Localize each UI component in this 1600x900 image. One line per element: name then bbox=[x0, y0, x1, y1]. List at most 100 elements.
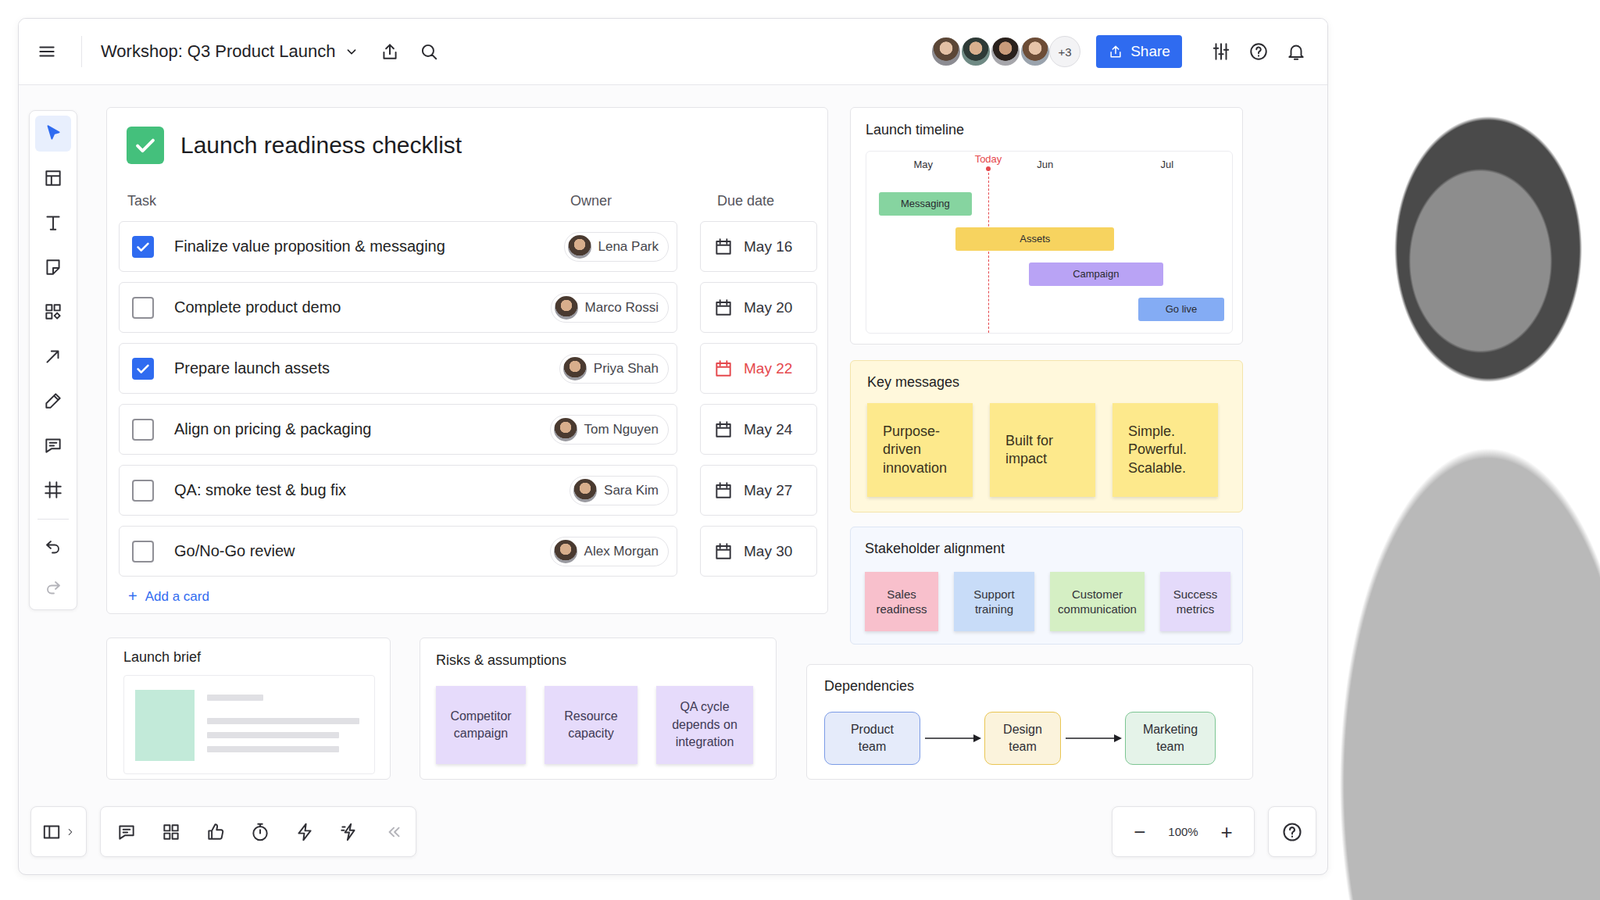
timeline-frame[interactable]: Launch timelineMayJunJulTodayMessagingAs… bbox=[850, 107, 1243, 345]
owner-avatar bbox=[573, 478, 597, 503]
settings-button[interactable] bbox=[1207, 37, 1236, 66]
due-date[interactable]: May 20 bbox=[700, 282, 818, 333]
owner-chip[interactable]: Marco Rossi bbox=[550, 292, 669, 323]
checklist-frame[interactable]: Launch readiness checklistTaskOwnerDue d… bbox=[106, 107, 829, 615]
dependency-node[interactable]: Marketing team bbox=[1125, 711, 1216, 765]
timer-button[interactable] bbox=[244, 816, 276, 848]
sticky-note[interactable]: Sales readiness bbox=[864, 571, 939, 632]
checkbox[interactable] bbox=[132, 418, 154, 441]
checkbox[interactable] bbox=[132, 296, 154, 319]
timeline-bar[interactable]: Go live bbox=[1138, 297, 1224, 322]
task-row[interactable]: Finalize value proposition & messagingLe… bbox=[118, 221, 828, 272]
document-thumbnail[interactable] bbox=[123, 675, 375, 775]
more-collaborators[interactable]: +3 bbox=[1049, 35, 1081, 68]
owner-chip[interactable]: Alex Morgan bbox=[550, 536, 669, 567]
board-title[interactable]: Workshop: Q3 Product Launch bbox=[100, 41, 361, 62]
task-card[interactable]: Align on pricing & packagingTom Nguyen bbox=[118, 403, 678, 455]
dependencies-frame[interactable]: DependenciesProduct teamDesign teamMarke… bbox=[806, 664, 1254, 780]
checkbox[interactable] bbox=[132, 357, 154, 380]
screen: Workshop: Q3 Product Launch +3 Share Launch… bbox=[0, 0, 1600, 900]
frame-title: Key messages bbox=[867, 373, 1228, 391]
due-date[interactable]: May 22 bbox=[700, 342, 818, 394]
whiteboard-canvas[interactable]: Launch readiness checklistTaskOwnerDue d… bbox=[18, 85, 1328, 875]
undo-button[interactable] bbox=[35, 530, 72, 563]
connector-tool[interactable] bbox=[35, 338, 72, 375]
task-row[interactable]: Align on pricing & packagingTom Nguyen Ma… bbox=[118, 403, 828, 455]
panel-toggle-button[interactable] bbox=[30, 806, 87, 858]
comment-tool[interactable] bbox=[35, 427, 72, 464]
owner-chip[interactable]: Priya Shah bbox=[559, 353, 669, 384]
redo-button[interactable] bbox=[35, 571, 72, 604]
zoom-out-button[interactable]: − bbox=[1126, 821, 1154, 843]
collaborator-avatar[interactable] bbox=[930, 35, 962, 68]
collaborator-avatar[interactable] bbox=[960, 35, 992, 68]
owner-chip[interactable]: Tom Nguyen bbox=[550, 414, 669, 445]
sticky-note[interactable]: Resource capacity bbox=[544, 685, 638, 765]
owner-chip[interactable]: Lena Park bbox=[564, 232, 670, 262]
task-card[interactable]: Go/No-Go reviewAlex Morgan bbox=[118, 525, 678, 577]
timeline-bar[interactable]: Messaging bbox=[878, 192, 973, 216]
timeline-bar[interactable]: Assets bbox=[955, 227, 1115, 251]
owner-chip[interactable]: Sara Kim bbox=[569, 475, 669, 506]
add-card-button[interactable]: +Add a card bbox=[128, 587, 210, 606]
task-row[interactable]: Prepare launch assetsPriya Shah May 22 bbox=[118, 342, 828, 394]
due-date[interactable]: May 24 bbox=[700, 403, 818, 455]
collaborator-avatar[interactable] bbox=[989, 35, 1022, 68]
comment-button[interactable] bbox=[110, 816, 143, 848]
bolt-button[interactable] bbox=[289, 816, 321, 848]
collaborator-avatars[interactable]: +3 bbox=[932, 35, 1081, 68]
notifications-button[interactable] bbox=[1282, 37, 1311, 66]
sticky-note[interactable]: Customer communication bbox=[1050, 571, 1145, 632]
stakeholder-frame[interactable]: Stakeholder alignment Sales readinessSupp… bbox=[850, 526, 1243, 645]
sticky-note[interactable]: Simple. Powerful. Scalable. bbox=[1112, 403, 1218, 497]
checkbox[interactable] bbox=[132, 479, 154, 502]
risks-frame[interactable]: Risks & assumptionsCompetitor campaignRe… bbox=[419, 637, 777, 780]
timeline-bar[interactable]: Campaign bbox=[1028, 262, 1164, 286]
zoom-in-button[interactable]: + bbox=[1213, 821, 1240, 843]
task-card[interactable]: Prepare launch assetsPriya Shah bbox=[118, 342, 678, 394]
help-button[interactable] bbox=[1267, 806, 1317, 858]
task-card[interactable]: QA: smoke test & bug fixSara Kim bbox=[118, 464, 678, 516]
help-button[interactable] bbox=[1244, 37, 1273, 66]
grid-button[interactable] bbox=[155, 816, 187, 848]
sticky-note[interactable]: Support training bbox=[953, 571, 1035, 632]
frame-tool[interactable] bbox=[35, 471, 72, 508]
collaborator-avatar[interactable] bbox=[1019, 35, 1051, 68]
bolt-alt-button[interactable] bbox=[333, 816, 365, 848]
arrow-icon bbox=[1060, 732, 1125, 744]
due-date[interactable]: May 30 bbox=[700, 525, 818, 577]
share-button[interactable]: Share bbox=[1096, 35, 1183, 68]
sticky-note[interactable]: Purpose-driven innovation bbox=[867, 403, 973, 497]
due-date[interactable]: May 27 bbox=[700, 464, 818, 516]
checkbox[interactable] bbox=[132, 540, 154, 563]
pen-tool[interactable] bbox=[35, 382, 72, 419]
sticky-note[interactable]: Success metrics bbox=[1160, 571, 1231, 632]
sticky-note-tool[interactable] bbox=[35, 249, 72, 286]
launch-brief-frame[interactable]: Launch brief bbox=[106, 637, 391, 780]
select-tool[interactable] bbox=[35, 115, 72, 152]
like-button[interactable] bbox=[200, 816, 232, 848]
task-row[interactable]: Go/No-Go reviewAlex Morgan May 30 bbox=[118, 525, 828, 577]
dependency-node[interactable]: Design team bbox=[984, 711, 1061, 765]
due-date[interactable]: May 16 bbox=[700, 221, 818, 272]
zoom-level[interactable]: 100% bbox=[1167, 825, 1198, 839]
dependency-node[interactable]: Product team bbox=[824, 711, 921, 765]
frame-title: Stakeholder alignment bbox=[864, 539, 1233, 558]
sticky-note[interactable]: Built for impact bbox=[989, 403, 1096, 497]
template-tool[interactable] bbox=[35, 160, 72, 197]
task-row[interactable]: QA: smoke test & bug fixSara Kim May 27 bbox=[118, 464, 828, 516]
sticky-note[interactable]: Competitor campaign bbox=[435, 685, 526, 765]
task-card[interactable]: Complete product demoMarco Rossi bbox=[118, 282, 678, 333]
key-messages-frame[interactable]: Key messages Purpose-driven innovationBui… bbox=[850, 360, 1243, 513]
task-row[interactable]: Complete product demoMarco Rossi May 20 bbox=[118, 282, 828, 333]
shapes-tool[interactable] bbox=[35, 293, 72, 330]
sticky-note[interactable]: QA cycle depends on integration bbox=[656, 685, 754, 765]
calendar-icon bbox=[713, 297, 734, 318]
search-button[interactable] bbox=[414, 37, 443, 66]
text-tool[interactable] bbox=[35, 204, 72, 241]
export-button[interactable] bbox=[375, 37, 404, 66]
checkbox[interactable] bbox=[132, 235, 154, 258]
collapse-button[interactable] bbox=[378, 816, 410, 848]
task-card[interactable]: Finalize value proposition & messagingLe… bbox=[118, 221, 678, 272]
menu-button[interactable] bbox=[32, 37, 61, 66]
